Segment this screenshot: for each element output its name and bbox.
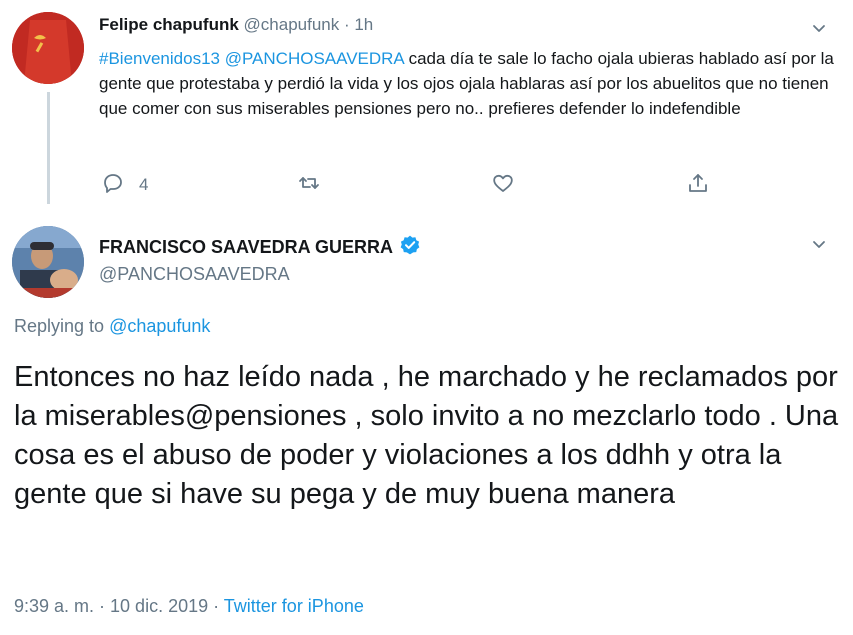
- thread-line: [47, 92, 50, 204]
- verified-badge-icon: [399, 234, 421, 261]
- replying-handle-link[interactable]: @chapufunk: [109, 316, 210, 336]
- like-button[interactable]: [491, 170, 515, 200]
- tweet1-actions: 4: [99, 170, 719, 200]
- retweet-icon: [297, 171, 321, 200]
- chevron-down-icon[interactable]: [811, 236, 827, 252]
- replying-to: Replying to @chapufunk: [14, 316, 210, 337]
- tweet2-meta: 9:39 a. m. · 10 dic. 2019 · Twitter for …: [14, 596, 364, 617]
- handle[interactable]: @chapufunk: [244, 15, 340, 34]
- source-link[interactable]: Twitter for iPhone: [224, 596, 364, 616]
- reply-count: 4: [139, 175, 149, 194]
- tweet1-text: #Bienvenidos13 @PANCHOSAAVEDRA cada día …: [99, 46, 839, 121]
- retweet-button[interactable]: [297, 170, 321, 200]
- share-icon: [686, 171, 710, 200]
- hashtag-link[interactable]: #Bienvenidos13: [99, 49, 220, 68]
- display-name[interactable]: FRANCISCO SAAVEDRA GUERRA: [99, 237, 393, 258]
- avatar-chapufunk[interactable]: [12, 12, 84, 84]
- timestamp[interactable]: · 1h: [339, 15, 373, 34]
- replying-prefix: Replying to: [14, 316, 110, 336]
- like-icon: [491, 171, 515, 200]
- chevron-down-icon[interactable]: [811, 20, 827, 36]
- share-button[interactable]: [686, 170, 710, 200]
- tweet2-text: Entonces no haz leído nada , he marchado…: [14, 361, 839, 510]
- tweet2-header: FRANCISCO SAAVEDRA GUERRA: [99, 234, 421, 261]
- mention-link[interactable]: @PANCHOSAAVEDRA: [225, 49, 404, 68]
- display-name[interactable]: Felipe chapufunk: [99, 15, 239, 34]
- reply-icon: [101, 171, 125, 200]
- avatar-panchosaavedra[interactable]: [12, 226, 84, 298]
- tweet1-header: Felipe chapufunk @chapufunk · 1h: [99, 15, 373, 35]
- timestamp[interactable]: 9:39 a. m. · 10 dic. 2019 ·: [14, 596, 224, 616]
- handle[interactable]: @PANCHOSAAVEDRA: [99, 264, 290, 285]
- reply-button[interactable]: 4: [101, 170, 148, 200]
